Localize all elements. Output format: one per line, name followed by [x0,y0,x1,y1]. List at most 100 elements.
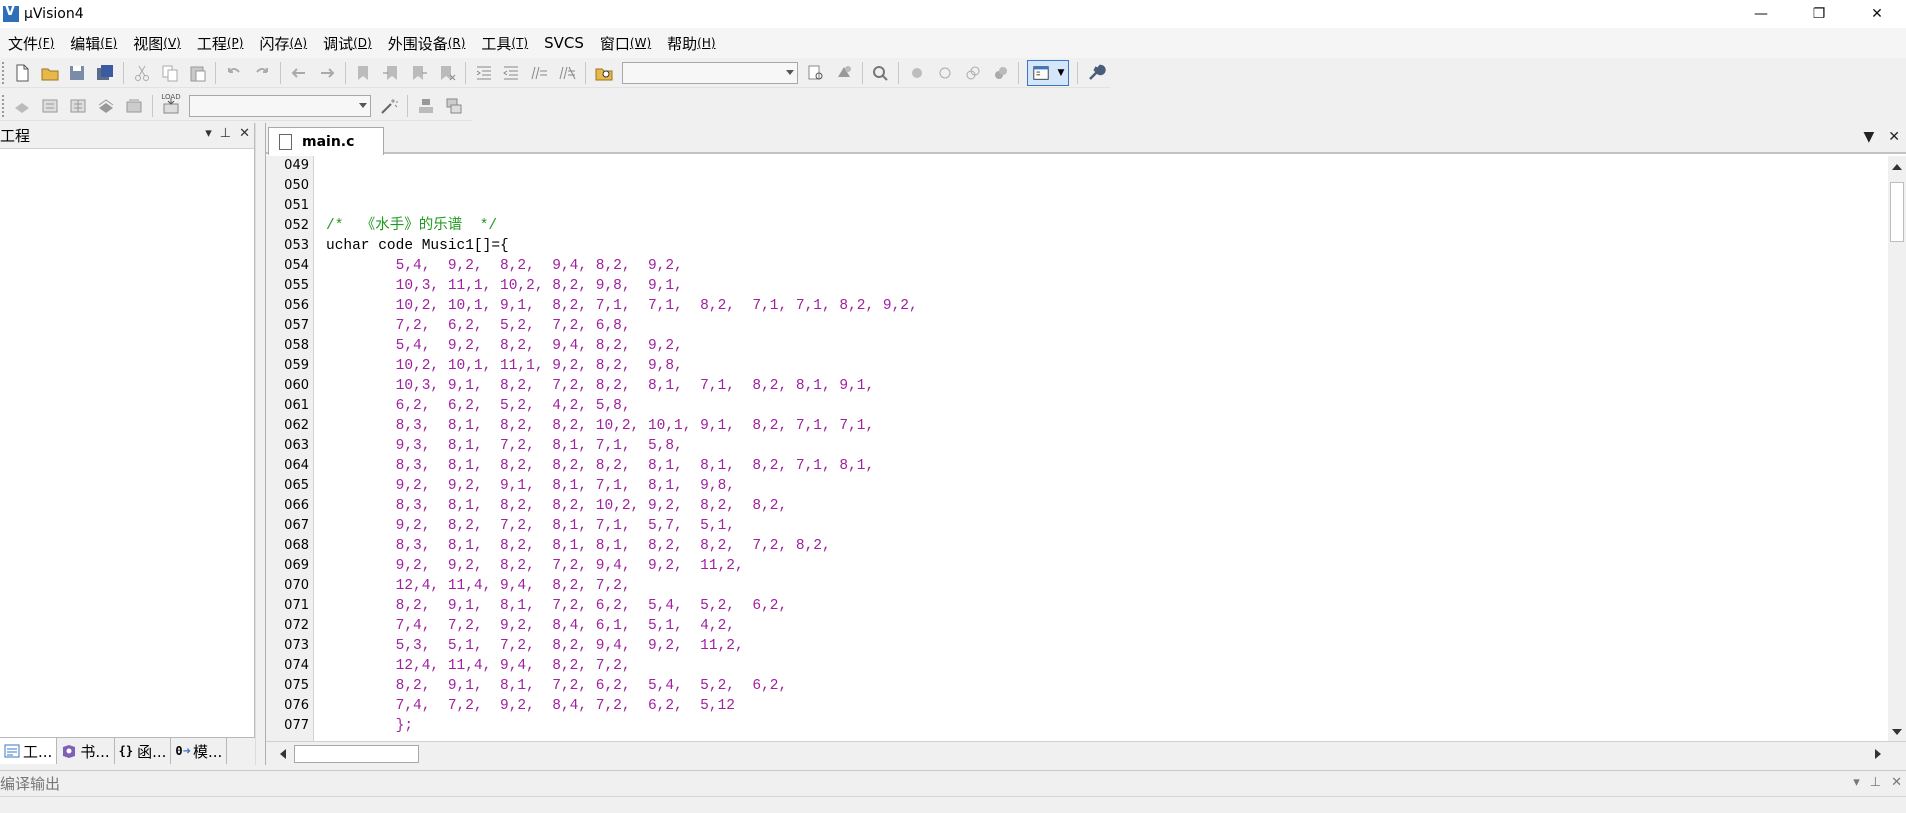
save-button[interactable] [65,60,91,86]
panel-close-icon[interactable]: ✕ [239,126,250,141]
vertical-scroll-thumb[interactable] [1890,182,1904,242]
enable-breakpoint-button[interactable] [932,60,958,86]
menu-item-3[interactable]: 工程 (P) [189,28,252,58]
code-line[interactable]: 12,4, 11,4, 9,4, 8,2, 7,2, [326,656,918,676]
incremental-find-button[interactable] [803,60,829,86]
close-tab-icon[interactable]: ✕ [1888,129,1900,145]
code-line[interactable]: 5,4, 9,2, 8,2, 9,4, 8,2, 9,2, [326,336,918,356]
save-all-button[interactable] [92,60,118,86]
code-line[interactable]: 8,3, 8,1, 8,2, 8,2, 10,2, 9,2, 8,2, 8,2, [326,496,918,516]
code-line[interactable]: 9,2, 9,2, 9,1, 8,1, 7,1, 8,1, 9,8, [326,476,918,496]
uncomment-button[interactable] [554,60,580,86]
tab-list-dropdown-icon[interactable]: ▼ [1863,129,1874,145]
rebuild-button[interactable] [65,93,91,119]
navigate-forward-button[interactable] [314,60,340,86]
minimize-button[interactable]: — [1732,0,1790,28]
manage-components-button[interactable] [413,93,439,119]
menu-item-2[interactable]: 视图 (V) [125,28,189,58]
horizontal-scroll-thumb[interactable] [294,745,419,763]
code-area[interactable]: 049 050 051 052 053 054 055 056 057 058 059 060 061 0… [266,156,1889,741]
code-line[interactable]: 8,3, 8,1, 8,2, 8,1, 8,1, 8,2, 8,2, 7,2, … [326,536,918,556]
prev-bookmark-button[interactable] [378,60,404,86]
menu-item-4[interactable]: 闪存 (A) [251,28,315,58]
code-line[interactable]: 8,2, 9,1, 8,1, 7,2, 6,2, 5,4, 5,2, 6,2, [326,596,918,616]
debug-session-button[interactable] [831,60,857,86]
code-line[interactable]: 9,3, 8,1, 7,2, 8,1, 7,1, 5,8, [326,436,918,456]
code-line[interactable] [326,156,918,176]
kill-breakpoints-button[interactable] [988,60,1014,86]
scroll-left-icon[interactable] [280,749,286,759]
menu-item-10[interactable]: 帮助 (H) [659,28,723,58]
tab-project[interactable]: 工... [0,738,58,764]
code-line[interactable]: 7,4, 7,2, 9,2, 8,4, 6,1, 5,1, 4,2, [326,616,918,636]
cut-button[interactable] [129,60,155,86]
maximize-button[interactable]: ❐ [1790,0,1848,28]
open-file-button[interactable] [37,60,63,86]
scroll-right-icon[interactable] [1875,749,1881,759]
zoom-button[interactable] [868,60,894,86]
copy-button[interactable] [157,60,183,86]
panel-dropdown-icon[interactable]: ▾ [1853,775,1860,790]
indent-button[interactable] [471,60,497,86]
panel-splitter[interactable] [255,123,265,765]
bookmark-button[interactable] [351,60,377,86]
code-line[interactable]: 10,2, 10,1, 9,1, 8,2, 7,1, 7,1, 8,2, 7,1… [326,296,918,316]
vertical-scrollbar[interactable] [1888,156,1906,741]
menu-item-0[interactable]: 文件 (F) [0,28,62,58]
code-line[interactable]: 5,4, 9,2, 8,2, 9,4, 8,2, 9,2, [326,256,918,276]
insert-breakpoint-button[interactable] [904,60,930,86]
find-combo[interactable] [621,61,799,84]
panel-dropdown-icon[interactable]: ▾ [205,126,212,141]
batch-build-button[interactable] [93,93,119,119]
paste-button[interactable] [185,60,211,86]
tab-main-c[interactable]: main.c [268,127,384,155]
tab-templates[interactable]: 0 ➜ 模... [171,738,228,764]
pin-icon[interactable]: ⊥ [220,126,231,141]
navigate-back-button[interactable] [286,60,312,86]
undo-button[interactable] [221,60,247,86]
code-line[interactable]: 7,2, 6,2, 5,2, 7,2, 6,8, [326,316,918,336]
menu-item-9[interactable]: 窗口 (W) [592,28,659,58]
target-options-button[interactable] [376,93,402,119]
code-line[interactable]: 8,3, 8,1, 8,2, 8,2, 8,2, 8,1, 8,1, 8,2, … [326,456,918,476]
menu-item-7[interactable]: 工具 (T) [473,28,536,58]
scroll-down-icon[interactable] [1892,729,1902,735]
toolbar-grip[interactable] [2,61,6,84]
code-line[interactable]: }; [326,716,918,736]
code-line[interactable]: 10,2, 10,1, 11,1, 9,2, 8,2, 9,8, [326,356,918,376]
tab-books[interactable]: 书... [57,738,115,764]
menu-item-5[interactable]: 调试 (D) [315,28,380,58]
target-select[interactable] [189,94,371,117]
code-line[interactable]: 6,2, 6,2, 5,2, 4,2, 5,8, [326,396,918,416]
translate-button[interactable] [9,93,35,119]
close-button[interactable]: ✕ [1848,0,1906,28]
code-line[interactable] [326,176,918,196]
code-line[interactable]: 9,2, 8,2, 7,2, 8,1, 7,1, 5,7, 5,1, [326,516,918,536]
new-file-button[interactable] [9,60,35,86]
clear-bookmarks-button[interactable] [434,60,460,86]
download-button[interactable]: LOAD [158,93,184,119]
pin-icon[interactable]: ⊥ [1870,775,1881,790]
multi-project-button[interactable] [441,93,467,119]
menu-item-6[interactable]: 外围设备 (R) [380,28,474,58]
tab-functions[interactable]: {} 函... [115,738,172,764]
toolbar-grip[interactable] [2,94,6,117]
code-line[interactable]: 5,3, 5,1, 7,2, 8,2, 9,4, 9,2, 11,2, [326,636,918,656]
code-line[interactable] [326,196,918,216]
disable-breakpoints-button[interactable] [960,60,986,86]
code-line[interactable]: 9,2, 9,2, 8,2, 7,2, 9,4, 9,2, 11,2, [326,556,918,576]
menu-item-1[interactable]: 编辑 (E) [62,28,125,58]
code-text[interactable]: /* 《水手》的乐谱 */ uchar code Music1[]={ 5,4, … [326,156,918,736]
code-line[interactable]: 7,4, 7,2, 9,2, 8,4, 7,2, 6,2, 5,12 [326,696,918,716]
panel-close-icon[interactable]: ✕ [1891,775,1902,790]
code-line[interactable]: 8,2, 9,1, 8,1, 7,2, 6,2, 5,4, 5,2, 6,2, [326,676,918,696]
code-line[interactable]: 10,3, 11,1, 10,2, 8,2, 9,8, 9,1, [326,276,918,296]
find-in-files-button[interactable] [591,60,617,86]
code-line[interactable]: 12,4, 11,4, 9,4, 8,2, 7,2, [326,576,918,596]
code-line[interactable]: /* 《水手》的乐谱 */ [326,216,918,236]
code-line[interactable]: 8,3, 8,1, 8,2, 8,2, 10,2, 10,1, 9,1, 8,2… [326,416,918,436]
stop-build-button[interactable] [121,93,147,119]
scroll-up-icon[interactable] [1892,164,1902,170]
redo-button[interactable] [249,60,275,86]
menu-item-8[interactable]: SVCS [536,28,592,58]
